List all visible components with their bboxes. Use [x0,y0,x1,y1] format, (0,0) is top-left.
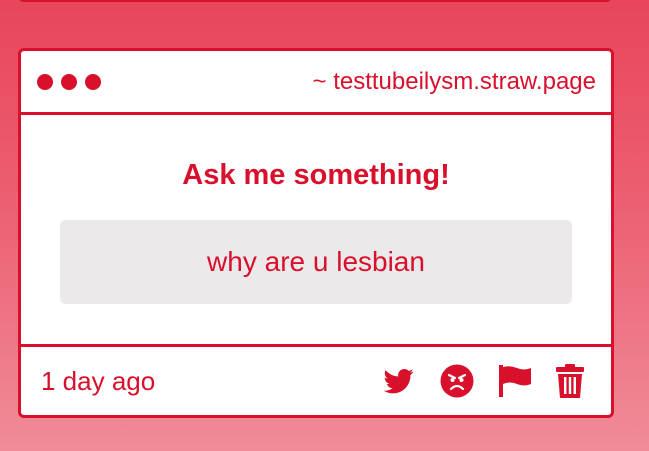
angry-face-icon[interactable] [440,364,474,398]
question-box: why are u lesbian [60,220,572,304]
window-dot [37,73,53,90]
previous-card [18,0,612,2]
window-dot [85,73,101,90]
card-titlebar: ~ testtubeilysm.straw.page [21,51,611,115]
trash-icon[interactable] [556,364,584,398]
card-footer: 1 day ago [21,347,611,415]
window-dot [61,73,77,90]
action-icons [382,364,584,398]
ask-heading: Ask me something! [182,159,450,191]
timestamp: 1 day ago [41,365,156,396]
flag-icon[interactable] [498,364,532,398]
site-address[interactable]: ~ testtubeilysm.straw.page [313,68,596,96]
ask-card: ~ testtubeilysm.straw.page Ask me someth… [18,48,614,418]
card-body: Ask me something! why are u lesbian [21,115,611,347]
window-dots [37,73,101,90]
twitter-icon[interactable] [382,366,416,396]
